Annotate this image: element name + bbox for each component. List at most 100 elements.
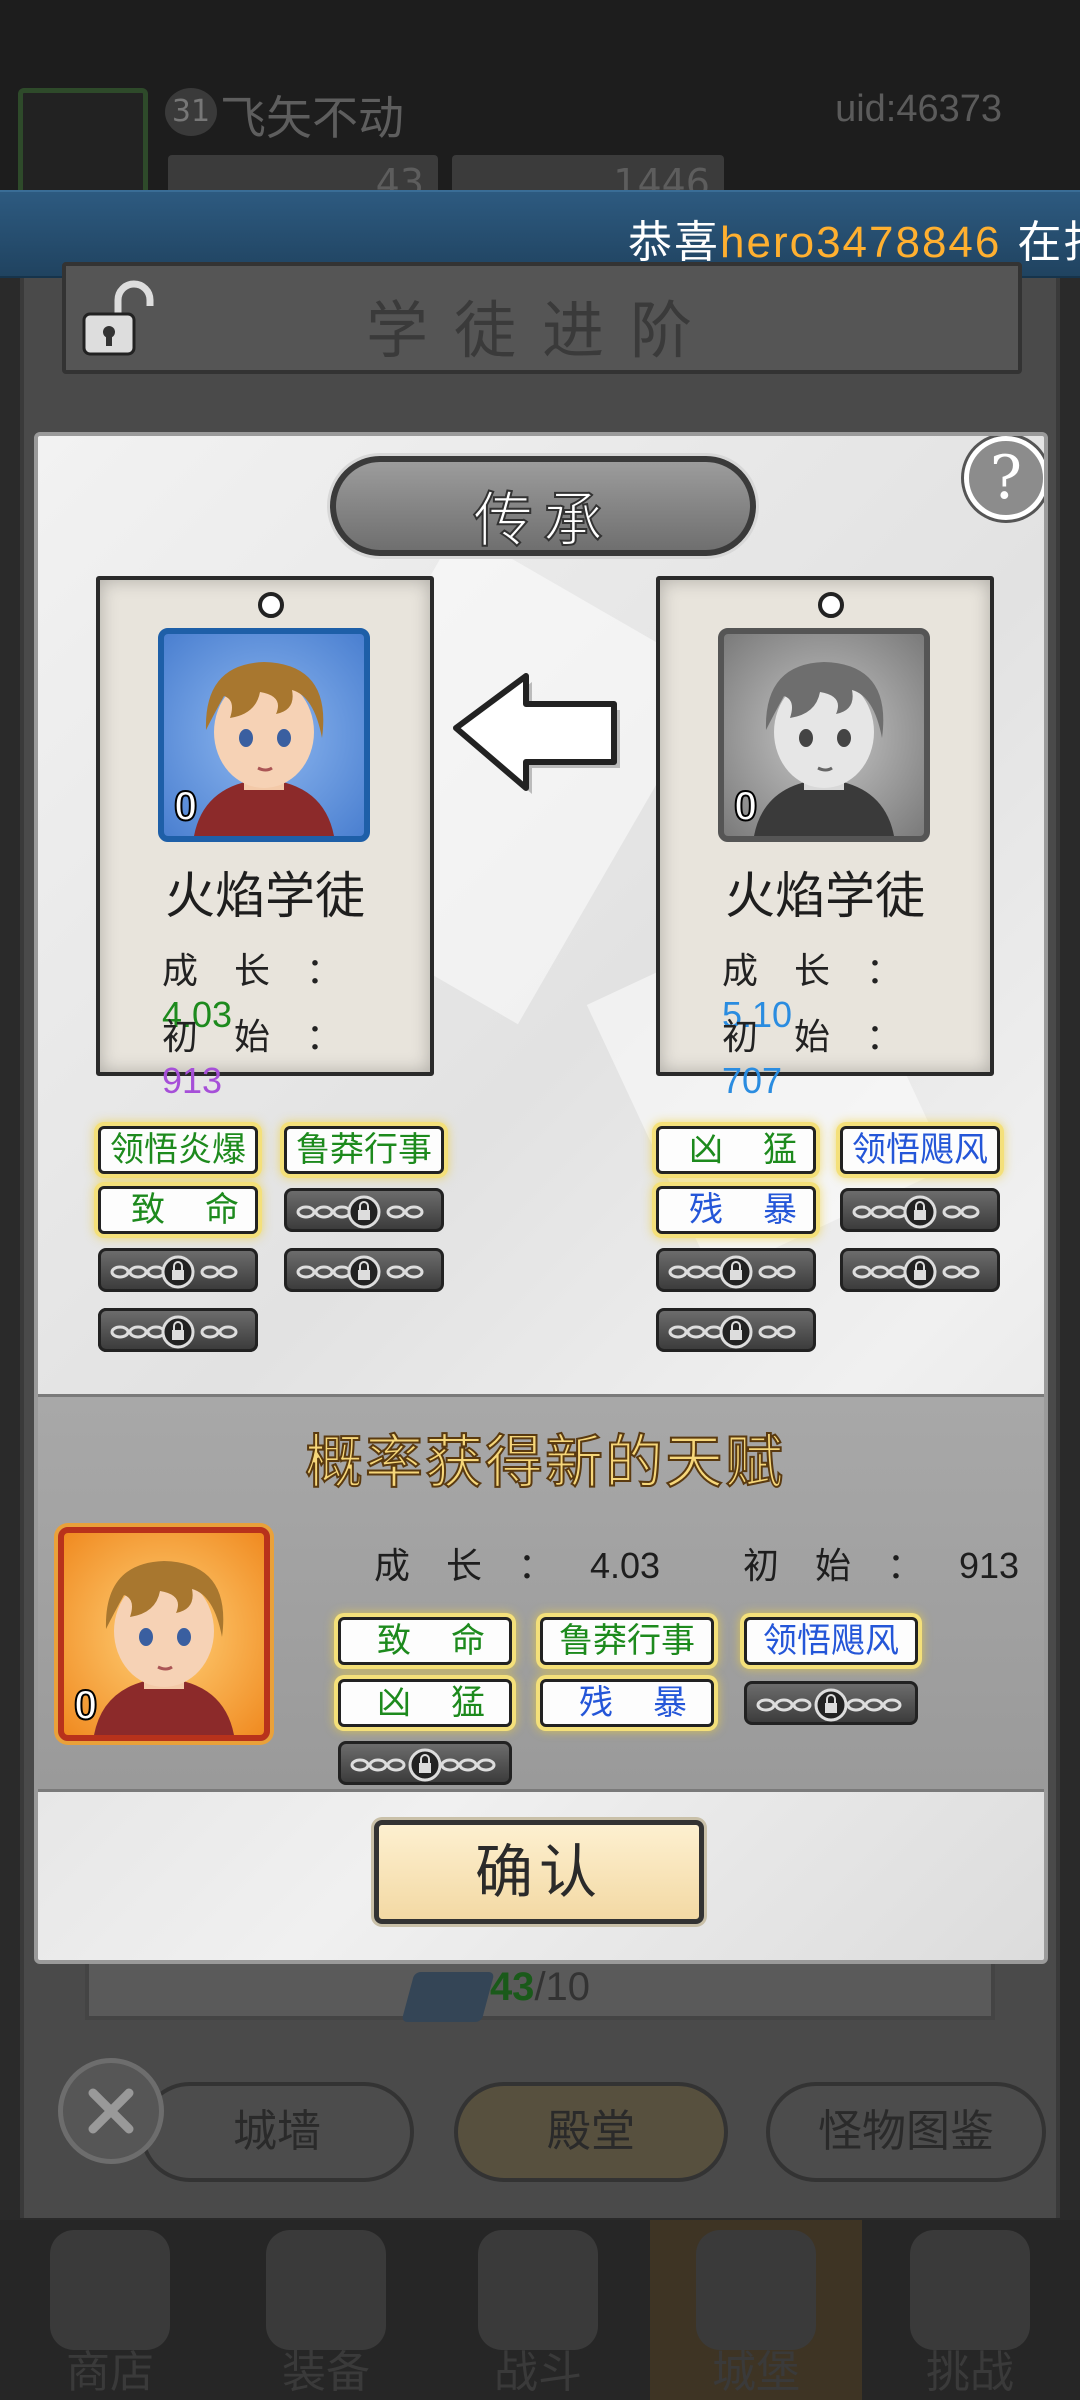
hero-portrait[interactable]: 0 bbox=[158, 628, 370, 842]
backpack-icon bbox=[266, 2230, 386, 2350]
result-title: 概率获得新的天赋 bbox=[304, 1427, 785, 1497]
pin-icon bbox=[258, 592, 284, 618]
hero-card-target: 0 火焰学徒 成长：4.03 初始：913 bbox=[96, 576, 434, 1101]
chain-lock-icon bbox=[852, 1255, 980, 1289]
chain-lock-icon bbox=[668, 1255, 796, 1289]
skill-tag[interactable]: 领悟飓风 bbox=[840, 1126, 1000, 1174]
player-avatar[interactable] bbox=[18, 88, 148, 198]
close-icon bbox=[88, 2088, 134, 2134]
result-stats: 成长：4.03 初始：913 bbox=[374, 1537, 1019, 1589]
shield-icon bbox=[910, 2230, 1030, 2350]
card-count-current: 43 bbox=[489, 1965, 535, 2009]
resource-box-gem: 1446 bbox=[452, 155, 724, 195]
locked-skill-slot bbox=[656, 1248, 816, 1292]
skill-tag[interactable]: 致命 bbox=[98, 1186, 258, 1234]
locked-skill-slot bbox=[284, 1248, 444, 1292]
locked-skill-slot bbox=[98, 1308, 258, 1352]
skill-tag[interactable]: 领悟飓风 bbox=[744, 1617, 918, 1665]
result-portrait[interactable]: 0 bbox=[58, 1527, 270, 1741]
nav-shop[interactable]: 商店 bbox=[20, 2220, 200, 2400]
hero-level: 0 bbox=[173, 781, 198, 830]
nav-castle[interactable]: 城堡 bbox=[650, 2220, 862, 2400]
initial-value: 707 bbox=[722, 1060, 783, 1101]
locked-skill-slot bbox=[284, 1188, 444, 1232]
arrow-left-icon bbox=[453, 673, 620, 794]
locked-skill-slot bbox=[98, 1248, 258, 1292]
skill-tag[interactable]: 致命 bbox=[338, 1617, 512, 1665]
nav-label: 挑战 bbox=[926, 2347, 1014, 2398]
tab-wall[interactable]: 城墙 bbox=[140, 2082, 414, 2182]
ticker-prefix: 恭喜 bbox=[628, 217, 720, 268]
growth-value: 4.03 bbox=[590, 1545, 661, 1586]
nav-label: 城堡 bbox=[712, 2347, 800, 2398]
chain-lock-icon bbox=[296, 1195, 424, 1229]
locked-skill-slot bbox=[840, 1248, 1000, 1292]
panel-header: 学徒进阶 bbox=[62, 262, 1022, 374]
player-name: 飞矢不动 bbox=[220, 91, 404, 145]
hero-level: 0 bbox=[733, 781, 758, 830]
chain-lock-icon bbox=[756, 1688, 902, 1722]
crossed-swords-icon bbox=[478, 2230, 598, 2350]
nav-label: 装备 bbox=[282, 2347, 370, 2398]
locked-skill-slot bbox=[840, 1188, 1000, 1232]
hero-name: 火焰学徒 bbox=[725, 867, 925, 925]
initial-label: 初始： bbox=[743, 1546, 960, 1587]
inheritance-dialog: 传承 ? 0 火焰学徒 成长：4.03 初始：913 0 火焰学徒 成长：5.1… bbox=[34, 432, 1048, 1964]
chain-lock-icon bbox=[350, 1748, 496, 1782]
initial-stat: 初始：707 bbox=[722, 1008, 990, 1102]
skill-tag[interactable]: 凶猛 bbox=[338, 1679, 512, 1727]
skill-tag[interactable]: 鲁莽行事 bbox=[284, 1126, 444, 1174]
nav-label: 商店 bbox=[66, 2347, 154, 2398]
locked-skill-slot bbox=[338, 1741, 512, 1785]
growth-label: 成长： bbox=[374, 1546, 591, 1587]
result-preview-band: 概率获得新的天赋 0 成长：4.03 初始：913 致命 鲁莽行事 领悟飓风 凶… bbox=[38, 1394, 1044, 1792]
tab-hall[interactable]: 殿堂 bbox=[454, 2082, 728, 2182]
nav-equipment[interactable]: 装备 bbox=[236, 2220, 416, 2400]
chain-lock-icon bbox=[852, 1195, 980, 1229]
hero-name: 火焰学徒 bbox=[165, 867, 365, 925]
initial-value: 913 bbox=[162, 1060, 223, 1101]
pin-icon bbox=[818, 592, 844, 618]
nav-challenge[interactable]: 挑战 bbox=[880, 2220, 1060, 2400]
initial-value: 913 bbox=[959, 1545, 1020, 1586]
skill-tag[interactable]: 残暴 bbox=[540, 1679, 714, 1727]
growth-label: 成长： bbox=[162, 951, 379, 992]
card-count-total: /10 bbox=[534, 1965, 591, 2009]
initial-label: 初始： bbox=[722, 1017, 939, 1058]
chain-lock-icon bbox=[296, 1255, 424, 1289]
help-button[interactable]: ? bbox=[964, 436, 1044, 520]
locked-skill-slot bbox=[744, 1681, 918, 1725]
skill-tag[interactable]: 鲁莽行事 bbox=[540, 1617, 714, 1665]
hero-card-source: 0 火焰学徒 成长：5.10 初始：707 bbox=[656, 576, 994, 1101]
initial-stat: 初始：913 bbox=[162, 1008, 430, 1102]
tab-monster-guide[interactable]: 怪物图鉴 bbox=[766, 2082, 1046, 2182]
skill-tag[interactable]: 残暴 bbox=[656, 1186, 816, 1234]
dialog-title: 传承 bbox=[472, 485, 613, 557]
castle-icon bbox=[696, 2230, 816, 2350]
dialog-title-pill: 传承 bbox=[330, 456, 756, 557]
skill-tag[interactable]: 领悟炎爆 bbox=[98, 1126, 258, 1174]
chain-lock-icon bbox=[668, 1315, 796, 1349]
card-count: 43/10 bbox=[0, 1965, 1080, 2010]
initial-label: 初始： bbox=[162, 1017, 379, 1058]
confirm-button[interactable]: 确认 bbox=[374, 1820, 704, 1924]
chain-lock-icon bbox=[110, 1315, 238, 1349]
nav-label: 战斗 bbox=[494, 2347, 582, 2398]
resource-box-gold: 43 bbox=[168, 155, 438, 195]
unlock-icon[interactable] bbox=[78, 280, 156, 360]
skill-tag[interactable]: 凶猛 bbox=[656, 1126, 816, 1174]
player-level-badge: 31 bbox=[165, 88, 217, 136]
ticker-text: 恭喜hero3478846 在扫荡 bbox=[628, 206, 1080, 270]
ticker-player-name: hero3478846 bbox=[720, 218, 1002, 267]
ticker-suffix: 在扫荡 bbox=[1017, 217, 1080, 268]
growth-label: 成长： bbox=[722, 951, 939, 992]
panel-title: 学徒进阶 bbox=[365, 294, 718, 367]
nav-battle[interactable]: 战斗 bbox=[448, 2220, 628, 2400]
locked-skill-slot bbox=[656, 1308, 816, 1352]
shop-icon bbox=[50, 2230, 170, 2350]
hero-portrait[interactable]: 0 bbox=[718, 628, 930, 842]
close-button[interactable] bbox=[58, 2058, 164, 2164]
chain-lock-icon bbox=[110, 1255, 238, 1289]
player-uid: uid:46373 bbox=[835, 88, 1002, 130]
result-level: 0 bbox=[73, 1680, 98, 1729]
